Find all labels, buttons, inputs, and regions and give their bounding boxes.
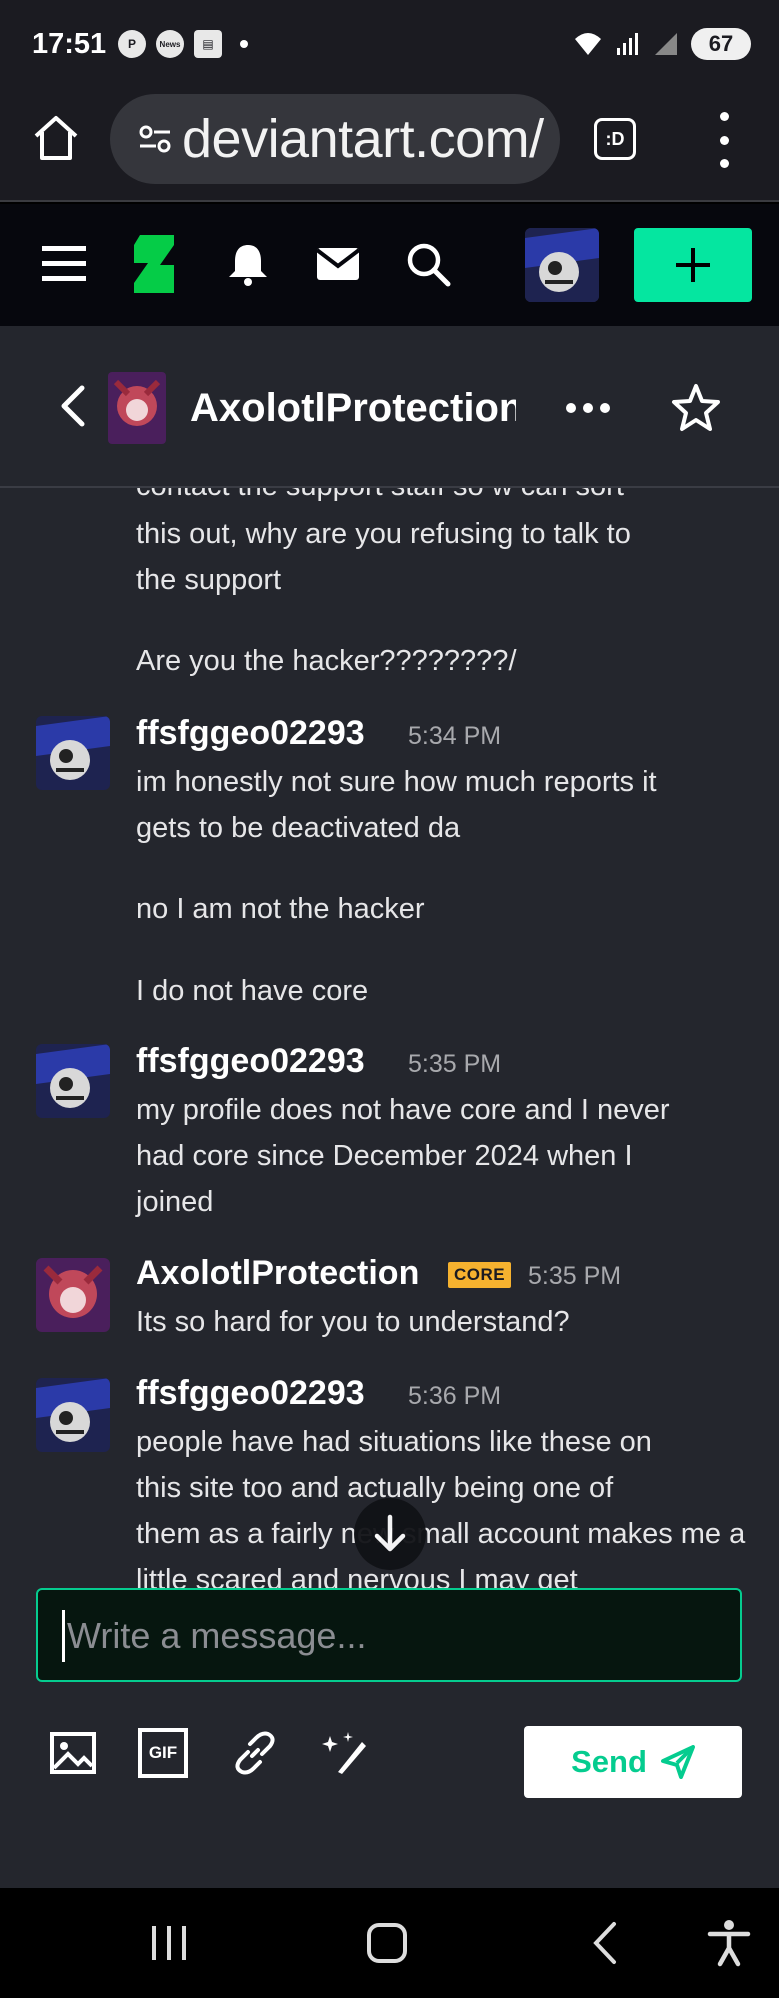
message-text: this site too and actually being one of	[136, 1472, 614, 1504]
url-text: deviantart.com/	[182, 109, 544, 169]
search-icon[interactable]	[398, 234, 458, 294]
notification-icons: P News ▤	[118, 30, 248, 58]
signal-icon-2	[655, 33, 677, 55]
calendar-icon: ▤	[194, 30, 222, 58]
arrow-down-icon	[374, 1514, 406, 1552]
sender-username[interactable]: ffsfggeo02293	[136, 714, 365, 753]
clock: 17:51	[32, 28, 107, 60]
gif-button[interactable]: GIF	[138, 1728, 188, 1778]
message-text: Are you the hacker????????/	[136, 645, 517, 677]
message-input-box[interactable]	[36, 1588, 742, 1682]
accessibility-icon[interactable]	[704, 1918, 754, 1968]
message-text: little scared and nervous I may get	[136, 1564, 578, 1588]
message-composer: GIF Send	[0, 1588, 779, 1888]
message-text: Its so hard for you to understand?	[136, 1306, 570, 1338]
user-avatar[interactable]	[525, 228, 599, 302]
signal-icon	[617, 33, 638, 55]
tab-switcher-button[interactable]: :D	[594, 118, 636, 160]
sender-username[interactable]: AxolotlProtection	[136, 1254, 419, 1293]
sender-avatar[interactable]	[36, 716, 110, 790]
browser-toolbar: deviantart.com/ :D	[0, 90, 779, 202]
recent-apps-icon[interactable]	[144, 1918, 194, 1968]
star-icon[interactable]	[670, 382, 722, 434]
core-membership-badge: CORE	[448, 1262, 512, 1288]
message-text: them as a fairly new small account makes…	[136, 1518, 746, 1550]
message-input[interactable]	[62, 1610, 712, 1662]
wifi-icon	[575, 33, 601, 55]
address-bar[interactable]: deviantart.com/	[110, 94, 560, 184]
message-text: gets to be deactivated da	[136, 812, 461, 844]
conversation-avatar[interactable]	[108, 372, 166, 444]
deviantart-logo-icon[interactable]	[124, 234, 184, 294]
send-label: Send	[571, 1744, 647, 1779]
image-upload-icon[interactable]	[48, 1728, 98, 1778]
back-button-icon[interactable]	[582, 1918, 632, 1968]
send-button[interactable]: Send	[524, 1726, 742, 1798]
home-button-icon[interactable]	[362, 1918, 412, 1968]
link-icon[interactable]	[230, 1728, 280, 1778]
browser-menu-button[interactable]	[714, 112, 734, 168]
scroll-to-bottom-button[interactable]	[354, 1498, 426, 1570]
conversation-header: AxolotlProtection	[0, 326, 779, 488]
message-text: my profile does not have core and I neve…	[136, 1094, 670, 1126]
message-text: the support	[136, 564, 282, 596]
send-icon	[660, 1745, 695, 1779]
site-settings-icon[interactable]	[138, 124, 172, 154]
sender-avatar[interactable]	[36, 1258, 110, 1332]
mail-icon[interactable]	[308, 234, 368, 294]
home-icon[interactable]	[30, 112, 82, 164]
message-text: im honestly not sure how much reports it	[136, 766, 657, 798]
message-text: no I am not the hacker	[136, 893, 425, 925]
message-text: joined	[136, 1186, 214, 1218]
hamburger-menu-icon[interactable]	[34, 234, 94, 294]
sender-avatar[interactable]	[36, 1044, 110, 1118]
conversation-title[interactable]: AxolotlProtection	[190, 386, 516, 431]
message-text: contact the support staff so w can sort	[136, 488, 748, 509]
back-arrow-icon[interactable]	[52, 382, 92, 430]
sender-username[interactable]: ffsfggeo02293	[136, 1042, 365, 1081]
sender-avatar[interactable]	[36, 1378, 110, 1452]
battery-indicator: 67	[691, 28, 751, 60]
message-timestamp: 5:36 PM	[408, 1382, 502, 1410]
bell-icon[interactable]	[218, 234, 278, 294]
message-text: had core since December 2024 when I	[136, 1140, 633, 1172]
status-bar: 17:51 P News ▤ 67	[0, 0, 779, 90]
news-icon: News	[156, 30, 184, 58]
message-text: I do not have core	[136, 975, 369, 1007]
more-notifications-dot	[240, 40, 248, 48]
sender-username[interactable]: ffsfggeo02293	[136, 1374, 365, 1413]
message-list[interactable]: contact the support staff so w can sort …	[0, 488, 779, 1588]
message-timestamp: 5:35 PM	[528, 1262, 622, 1290]
more-options-button[interactable]	[566, 396, 610, 420]
message-timestamp: 5:35 PM	[408, 1050, 502, 1078]
pinterest-icon: P	[118, 30, 146, 58]
create-deviation-button[interactable]	[634, 228, 752, 302]
magic-brush-icon[interactable]	[320, 1728, 370, 1778]
site-navbar	[0, 204, 779, 326]
message-timestamp: 5:34 PM	[408, 722, 502, 750]
message-text: people have had situations like these on	[136, 1426, 652, 1458]
message-text: this out, why are you refusing to talk t…	[136, 518, 631, 550]
system-indicators: 67	[573, 28, 751, 60]
system-navigation-bar	[0, 1890, 779, 1998]
